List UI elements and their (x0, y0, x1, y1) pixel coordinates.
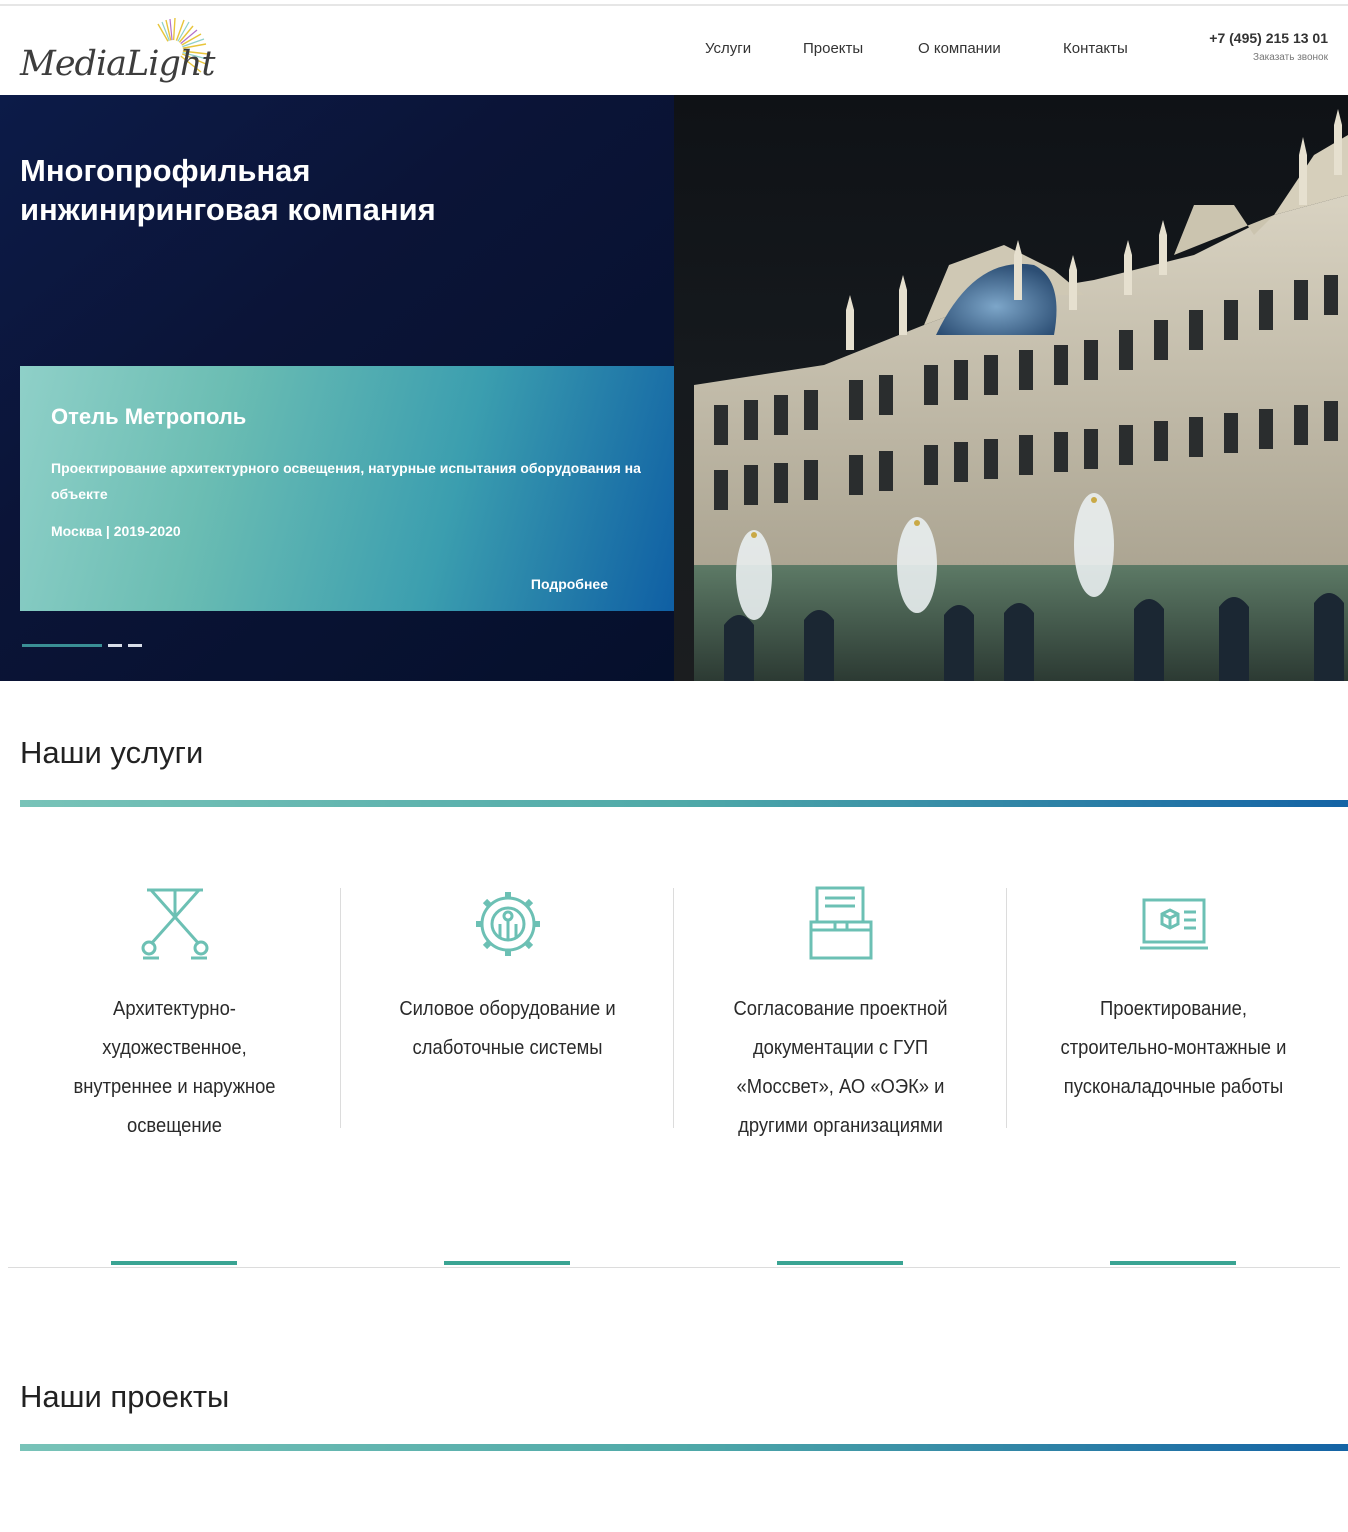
service-underline (111, 1261, 237, 1265)
service-underline (777, 1261, 903, 1265)
service-underline (1110, 1261, 1236, 1265)
nav-services[interactable]: Услуги (705, 40, 751, 57)
service-label: Силовое оборудование и слаботочные систе… (399, 998, 616, 1059)
callback-link[interactable]: Заказать звонок (1209, 52, 1328, 63)
phone-block: +7 (495) 215 13 01 Заказать звонок (1209, 30, 1328, 63)
nav-contacts[interactable]: Контакты (1063, 40, 1128, 57)
service-label: Проектирование, строительно-монтажные и … (1060, 998, 1287, 1098)
hotel-building-illustration (694, 109, 1348, 681)
document-box-icon (809, 886, 873, 960)
logo-text: MediaLight (20, 44, 215, 84)
services-grid: Архитектурно-художественное, внутреннее … (8, 868, 1340, 1268)
hero-image (674, 95, 1348, 681)
more-link[interactable]: Подробнее (531, 576, 608, 592)
hero-title: Многопрофильная инжиниринговая компания (20, 153, 436, 227)
card-title: Отель Метрополь (51, 404, 247, 429)
projects-title: Наши проекты (20, 1379, 230, 1414)
service-card[interactable]: Проектирование, строительно-монтажные и … (1007, 868, 1340, 1268)
hero-slider: Многопрофильная инжиниринговая компания … (0, 95, 1348, 681)
services-title: Наши услуги (20, 735, 204, 770)
logo[interactable]: MediaLight (18, 14, 218, 90)
slider-dot-active[interactable] (22, 644, 102, 647)
card-description: Проектирование архитектурного освещения,… (51, 460, 641, 502)
project-card: Отель Метрополь Проектирование архитекту… (20, 366, 674, 611)
card-meta: Москва | 2019-2020 (51, 523, 181, 539)
hero-left-panel: Многопрофильная инжиниринговая компания … (0, 95, 674, 681)
slider-dot[interactable] (128, 644, 142, 647)
phone-number[interactable]: +7 (495) 215 13 01 (1209, 30, 1328, 46)
tripod-lamp-icon (141, 888, 209, 960)
slider-dot[interactable] (108, 644, 122, 647)
service-card[interactable]: Архитектурно-художественное, внутреннее … (8, 868, 341, 1268)
service-card[interactable]: Силовое оборудование и слаботочные систе… (341, 868, 674, 1268)
laptop-cube-icon (1140, 898, 1208, 950)
service-label: Согласование проектной документации с ГУ… (733, 998, 948, 1137)
nav-about[interactable]: О компании (918, 40, 1001, 57)
service-card[interactable]: Согласование проектной документации с ГУ… (674, 868, 1007, 1268)
nav-projects[interactable]: Проекты (803, 40, 863, 57)
site-header: MediaLight Услуги Проекты О компании Кон… (0, 6, 1348, 95)
service-label: Архитектурно-художественное, внутреннее … (73, 998, 276, 1137)
gear-circuit-icon (476, 892, 540, 956)
services-divider-bar (20, 800, 1348, 807)
service-underline (444, 1261, 570, 1265)
projects-divider-bar (20, 1444, 1348, 1451)
